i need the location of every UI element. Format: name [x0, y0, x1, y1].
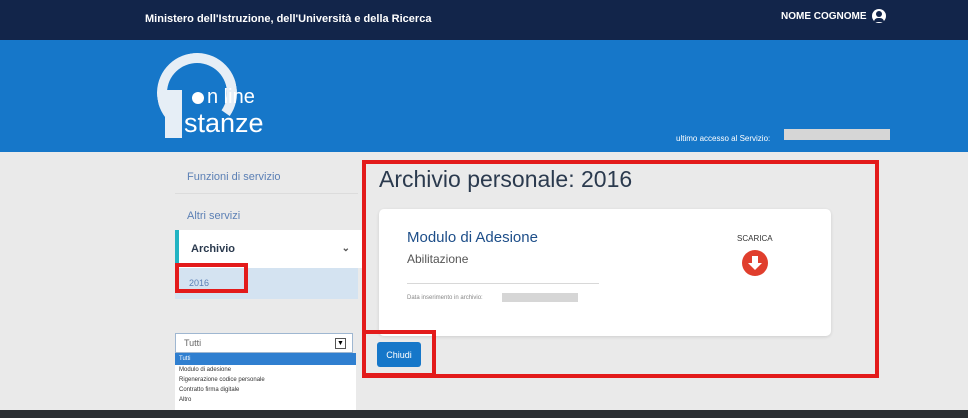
archive-filter-select[interactable]: Tutti ▼	[175, 333, 353, 353]
logo-text-line1: n line	[207, 86, 255, 108]
dropdown-option[interactable]: Modulo di adesione	[175, 365, 356, 375]
sidebar-item-label: Archivio	[191, 243, 236, 255]
logo-dot-icon	[192, 92, 204, 104]
filter-dropdown-list: Tutti Modulo di adesione Rigenerazione c…	[175, 353, 356, 410]
dropdown-option[interactable]: Rigenerazione codice personale	[175, 375, 356, 385]
dropdown-arrow-icon[interactable]: ▼	[335, 338, 346, 349]
highlight-box-content	[362, 160, 879, 378]
dropdown-option[interactable]: Tutti	[175, 353, 356, 365]
user-menu[interactable]: NOME COGNOME	[781, 9, 886, 23]
last-access-label: ultimo accesso al Servizio:	[676, 134, 771, 143]
top-bar: Ministero dell'Istruzione, dell'Universi…	[0, 0, 968, 40]
sidebar-item-altri-servizi[interactable]: Altri servizi	[175, 194, 358, 233]
highlight-box-2016	[175, 263, 248, 293]
logo-bar-icon	[165, 90, 182, 138]
ministry-name: Ministero dell'Istruzione, dell'Universi…	[145, 13, 432, 25]
footer-bar	[0, 410, 968, 418]
chevron-down-icon[interactable]: ⌄	[342, 230, 350, 268]
user-name[interactable]: NOME COGNOME	[781, 11, 867, 22]
user-icon[interactable]	[871, 9, 886, 23]
sidebar-item-funzioni[interactable]: Funzioni di servizio	[175, 155, 358, 194]
sidebar-item-label: Funzioni di servizio	[187, 171, 281, 183]
sidebar: Funzioni di servizio Altri servizi Archi…	[175, 155, 362, 299]
highlight-box-close	[362, 330, 436, 377]
dropdown-option[interactable]: Contratto firma digitale	[175, 385, 356, 395]
last-access-redacted	[784, 129, 890, 140]
dropdown-option[interactable]: Altro	[175, 395, 356, 405]
sidebar-item-label: Altri servizi	[187, 210, 241, 222]
logo-text-line2: stanze	[184, 108, 264, 138]
filter-selected-value: Tutti	[184, 338, 202, 348]
